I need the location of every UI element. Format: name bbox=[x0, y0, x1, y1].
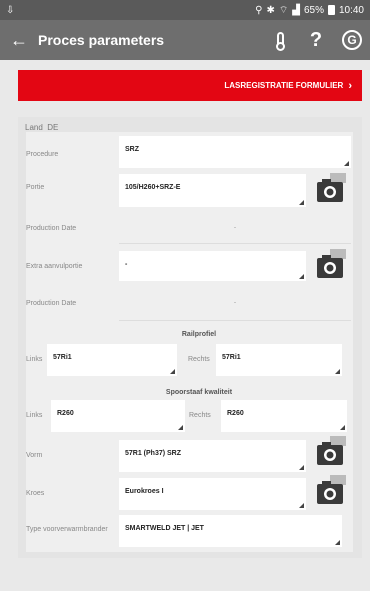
production-date-value: - bbox=[234, 225, 236, 231]
spoorstaaf-links-select[interactable]: R260 bbox=[51, 400, 185, 432]
thermometer-button[interactable] bbox=[262, 32, 298, 51]
railprofiel-rechts-select[interactable]: 57Ri1 bbox=[216, 344, 342, 376]
help-icon: ? bbox=[309, 28, 323, 51]
banner-label: LASREGISTRATIE FORMULIER bbox=[224, 81, 344, 90]
rechts-2-label: Rechts bbox=[189, 412, 211, 419]
portie-label: Portie bbox=[26, 184, 45, 191]
notification-icon: ⇩ bbox=[6, 4, 15, 16]
vorm-select[interactable]: 57R1 (Ph37) SRZ bbox=[119, 440, 306, 472]
spoorstaaf-rechts-select[interactable]: R260 bbox=[221, 400, 347, 432]
bluetooth-icon: ✱ bbox=[266, 4, 275, 16]
railprofiel-links-select[interactable]: 57Ri1 bbox=[47, 344, 177, 376]
spoorstaaf-heading: Spoorstaaf kwaliteit bbox=[165, 389, 233, 396]
camera-icon[interactable] bbox=[316, 171, 350, 205]
extra-aanvulportie-label: Extra aanvulportie bbox=[26, 263, 83, 270]
wifi-icon: ⌔ bbox=[278, 4, 289, 16]
status-bar: ⇩ ⚲ ✱ ⌔ ▟ 65% 10:40 bbox=[0, 0, 370, 20]
procedure-label: Procedure bbox=[26, 151, 59, 158]
battery-icon bbox=[327, 5, 335, 15]
rechts-label: Rechts bbox=[188, 356, 210, 363]
kroes-label: Kroes bbox=[26, 490, 45, 497]
signal-icon: ▟ bbox=[292, 4, 300, 16]
location-icon: ⚲ bbox=[255, 4, 263, 16]
links-2-label: Links bbox=[26, 412, 43, 419]
type-voorverwarmbrander-select[interactable]: SMARTWELD JET | JET bbox=[119, 515, 342, 547]
app-bar: ← Proces parameters ? G bbox=[0, 20, 370, 60]
production-date-2-value: - bbox=[234, 300, 236, 306]
railprofiel-heading: Railprofiel bbox=[181, 331, 217, 338]
divider bbox=[119, 320, 351, 321]
camera-icon[interactable] bbox=[316, 434, 350, 468]
divider bbox=[119, 243, 351, 244]
battery-percent: 65% bbox=[303, 4, 324, 16]
links-label: Links bbox=[26, 356, 43, 363]
help-button[interactable]: ? bbox=[298, 29, 334, 52]
chevron-right-icon: › bbox=[348, 79, 352, 92]
procedure-select[interactable]: SRZ bbox=[119, 136, 351, 168]
portie-select[interactable]: 105/H260+SRZ-E bbox=[119, 174, 306, 207]
extra-aanvulportie-select[interactable]: - bbox=[119, 251, 306, 281]
arrow-left-icon[interactable]: ← bbox=[0, 30, 38, 51]
app-logo-button[interactable]: G bbox=[334, 30, 370, 50]
type-voorverwarmbrander-label: Type voorverwarmbrander bbox=[26, 526, 108, 533]
vorm-label: Vorm bbox=[26, 452, 43, 459]
clock: 10:40 bbox=[338, 4, 364, 16]
kroes-select[interactable]: Eurokroes I bbox=[119, 478, 306, 510]
status-icons: ⚲ ✱ ⌔ ▟ 65% 10:40 bbox=[255, 4, 364, 17]
camera-icon[interactable] bbox=[316, 247, 350, 281]
thermometer-icon bbox=[275, 32, 285, 51]
land-label: Land bbox=[25, 123, 43, 132]
land-value: DE bbox=[47, 123, 59, 132]
land-row: Land DE bbox=[25, 123, 58, 132]
production-date-2-label: Production Date bbox=[26, 300, 77, 307]
app-logo-icon: G bbox=[342, 30, 362, 50]
page-title: Proces parameters bbox=[38, 32, 165, 48]
camera-icon[interactable] bbox=[316, 473, 350, 507]
production-date-label: Production Date bbox=[26, 225, 77, 232]
lasregistratie-button[interactable]: LASREGISTRATIE FORMULIER › bbox=[18, 70, 362, 101]
